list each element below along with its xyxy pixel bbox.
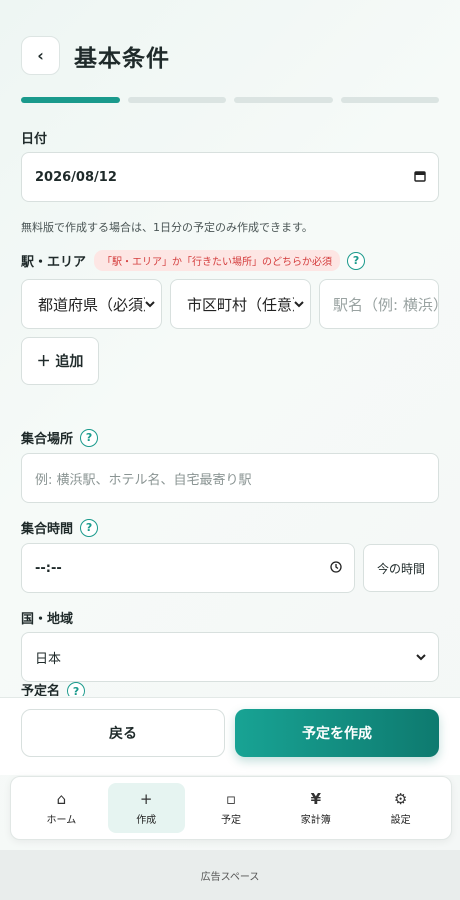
tab-settings[interactable]: ⚙ 設定: [362, 783, 439, 833]
country-select[interactable]: 日本: [21, 632, 439, 682]
help-icon[interactable]: ?: [67, 682, 86, 696]
date-input[interactable]: 2026/08/12: [21, 152, 439, 202]
station-input[interactable]: 駅名（例: 横浜）: [319, 279, 439, 329]
country-label-text: 国・地域: [21, 612, 74, 627]
ad-space: 広告スペース: [0, 850, 460, 900]
meeting-time-label-text: 集合時間: [21, 522, 74, 537]
country-label: 国・地域: [21, 608, 73, 627]
add-station-button[interactable]: ＋ 追加: [21, 337, 99, 385]
back-button[interactable]: ‹: [21, 36, 60, 75]
prefecture-select[interactable]: 都道府県（必須）: [21, 279, 162, 329]
progress-step-2: [127, 97, 226, 103]
free-plan-note: 無料版で作成する場合は、1日分の予定のみ作成できます。: [21, 221, 313, 234]
clock-icon[interactable]: [330, 560, 354, 576]
chevron-down-icon: [294, 298, 310, 311]
yen-icon: ¥: [310, 790, 321, 808]
date-value: 2026/08/12: [35, 169, 117, 185]
meeting-place-input[interactable]: 例: 横浜駅、ホテル名、自宅最寄り駅: [21, 453, 439, 503]
chevron-down-icon: [145, 298, 161, 311]
meeting-time-value: --:--: [35, 560, 62, 576]
tab-label: 設定: [390, 815, 411, 826]
help-icon[interactable]: ?: [347, 251, 366, 270]
gear-icon: ⚙: [393, 790, 408, 808]
meeting-time-input[interactable]: --:--: [21, 543, 355, 593]
station-label-text: 駅・エリア: [21, 255, 87, 270]
back-step-button[interactable]: 戻る: [21, 709, 225, 757]
tab-label: ホーム: [46, 815, 77, 826]
tab-label: 予定: [220, 815, 241, 826]
plan-name-label: 予定名 ?: [21, 682, 86, 697]
tab-budget[interactable]: ¥ 家計簿: [277, 783, 354, 833]
date-label: 日付: [21, 128, 47, 147]
city-select-text: 市区町村（任意）: [187, 295, 294, 314]
help-icon[interactable]: ?: [80, 518, 99, 537]
now-time-button[interactable]: 今の時間: [363, 544, 439, 592]
plus-icon: +: [139, 790, 153, 808]
help-icon[interactable]: ?: [80, 428, 99, 447]
tab-bar: ⌂ ホーム + 作成 ▫ 予定 ¥ 家計簿 ⚙ 設定: [10, 776, 452, 840]
square-icon: ▫: [225, 790, 237, 808]
station-label: 駅・エリア 「駅・エリア」か「行きたい場所」のどちらか必須 ?: [21, 250, 366, 271]
tab-label: 家計簿: [300, 815, 331, 826]
progress-step-1: [21, 97, 120, 103]
meeting-time-label: 集合時間 ?: [21, 518, 99, 537]
meeting-place-label-text: 集合場所: [21, 432, 74, 447]
progress-step-4: [340, 97, 439, 103]
header: ‹ 基本条件: [21, 36, 170, 75]
station-input-placeholder: 駅名（例: 横浜）: [333, 295, 438, 314]
chevron-down-icon: [416, 650, 438, 664]
plan-name-label-text: 予定名: [21, 683, 61, 697]
page-title: 基本条件: [74, 45, 170, 72]
prefecture-select-text: 都道府県（必須）: [38, 295, 145, 314]
create-plan-button[interactable]: 予定を作成: [235, 709, 439, 757]
meeting-place-placeholder: 例: 横浜駅、ホテル名、自宅最寄り駅: [35, 472, 252, 488]
city-select[interactable]: 市区町村（任意）: [170, 279, 311, 329]
tab-label: 作成: [136, 815, 157, 826]
meeting-place-label: 集合場所 ?: [21, 428, 99, 447]
date-label-text: 日付: [21, 132, 48, 147]
tab-plans[interactable]: ▫ 予定: [193, 783, 270, 833]
chevron-left-icon: ‹: [37, 46, 44, 65]
tab-create[interactable]: + 作成: [107, 783, 185, 833]
progress-indicator: [21, 97, 439, 103]
required-badge: 「駅・エリア」か「行きたい場所」のどちらか必須: [94, 250, 341, 271]
progress-step-3: [234, 97, 333, 103]
tab-home[interactable]: ⌂ ホーム: [23, 783, 100, 833]
country-select-value: 日本: [35, 651, 62, 667]
calendar-icon[interactable]: [414, 170, 438, 185]
home-icon: ⌂: [56, 790, 67, 808]
